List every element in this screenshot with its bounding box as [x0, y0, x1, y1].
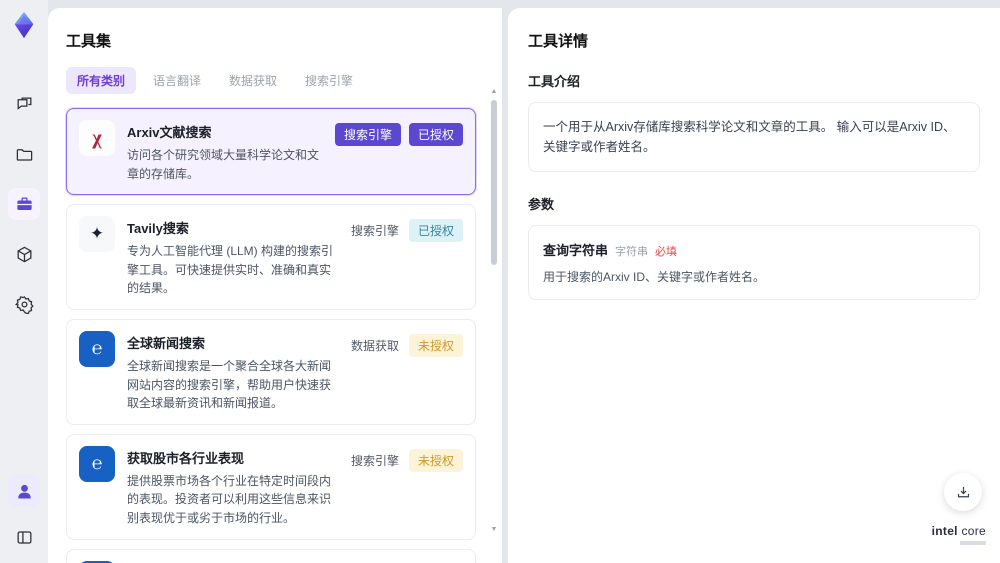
tab-language-translation[interactable]: 语言翻译	[142, 67, 212, 94]
sidebar-item-chat[interactable]	[8, 88, 40, 120]
sidebar-item-tools[interactable]	[8, 188, 40, 220]
tool-desc: 全球新闻搜索是一个聚合全球各大新闻网站内容的搜索引擎，帮助用户快速获取全球最新资…	[127, 358, 332, 411]
param-required-badge: 必填	[655, 246, 678, 258]
category-badge: 搜索引擎	[334, 123, 401, 146]
cube-icon	[17, 246, 31, 262]
category-label: 数据获取	[350, 338, 399, 353]
user-icon	[17, 484, 31, 498]
app-logo-icon[interactable]	[9, 10, 39, 40]
sidebar-item-account[interactable]	[8, 475, 40, 507]
arxiv-icon-glyph: χ	[92, 126, 102, 149]
detail-title: 工具详情	[528, 33, 589, 50]
download-icon	[957, 486, 969, 497]
toolbox-icon	[16, 197, 32, 210]
brand-underline	[960, 541, 986, 545]
tool-desc: 访问各个研究领域大量科学论文和文章的存储库。	[127, 148, 320, 181]
tool-list: χ Arxiv文献搜索 访问各个研究领域大量科学论文和文章的存储库。 搜索引擎 …	[66, 108, 476, 563]
list-scrollbar[interactable]: ▲ ▼	[489, 88, 499, 557]
stock-sector-icon: ℮	[79, 445, 115, 482]
tool-detail-panel: 工具详情 工具介绍 一个用于从Arxiv存储库搜索科学论文和文章的工具。 输入可…	[508, 8, 1000, 563]
params-heading: 参数	[528, 197, 555, 212]
status-badge: 未授权	[408, 448, 463, 472]
scrollbar-thumb[interactable]	[491, 100, 497, 265]
param-desc: 用于搜索的Arxiv ID、关键字或作者姓名。	[543, 270, 766, 284]
page-title: 工具集	[66, 33, 112, 50]
tavily-icon-glyph: ✦	[89, 224, 105, 244]
status-badge: 未授权	[408, 333, 463, 357]
sidebar-item-collapse[interactable]	[8, 521, 40, 553]
sidebar-item-files[interactable]	[8, 138, 40, 170]
scroll-down-icon[interactable]: ▼	[489, 526, 499, 533]
sidebar-item-models[interactable]	[8, 238, 40, 270]
param-type: 字符串	[615, 246, 649, 258]
intro-card: 一个用于从Arxiv存储库搜索科学论文和文章的工具。 输入可以是Arxiv ID…	[528, 102, 980, 172]
left-rail	[0, 0, 48, 563]
tavily-icon: ✦	[79, 216, 115, 253]
tool-card-active-stocks[interactable]: ℮ 获取市场最活跃股票信息 提供当天交易量最高的股票列表，投资者可以利用这些信息…	[66, 548, 476, 563]
tool-desc: 提供股票市场各个行业在特定时间段内的表现。投资者可以利用这些信息来识别表现优于或…	[127, 473, 332, 525]
tool-list-panel: 工具集 所有类别 语言翻译 数据获取 搜索引擎 χ Arxiv文献搜索 访问各个…	[48, 8, 502, 563]
gear-icon	[14, 295, 34, 314]
news-search-icon-glyph: ℮	[91, 338, 103, 359]
tab-data-fetch[interactable]: 数据获取	[218, 67, 288, 94]
tab-all-categories[interactable]: 所有类别	[66, 67, 137, 94]
news-search-icon: ℮	[79, 330, 115, 367]
tool-name: Tavily搜索	[127, 221, 189, 237]
param-name: 查询字符串	[543, 243, 609, 258]
tool-card-global-news[interactable]: ℮ 全球新闻搜索 全球新闻搜索是一个聚合全球各大新闻网站内容的搜索引擎，帮助用户…	[66, 318, 476, 425]
brand-light: core	[961, 524, 986, 538]
tool-name: 获取股市各行业表现	[127, 450, 245, 466]
tool-name: Arxiv文献搜索	[127, 125, 212, 140]
category-label: 搜索引擎	[350, 224, 399, 239]
scroll-up-icon[interactable]: ▲	[489, 88, 499, 95]
chat-icon	[17, 97, 31, 110]
tab-search-engine[interactable]: 搜索引擎	[294, 67, 364, 94]
download-button[interactable]	[944, 473, 982, 511]
status-badge: 已授权	[408, 219, 463, 243]
panel-toggle-icon	[17, 530, 31, 544]
intro-text: 一个用于从Arxiv存储库搜索科学论文和文章的工具。 输入可以是Arxiv ID…	[543, 120, 956, 154]
tool-card-arxiv[interactable]: χ Arxiv文献搜索 访问各个研究领域大量科学论文和文章的存储库。 搜索引擎 …	[66, 108, 476, 196]
status-badge: 已授权	[408, 123, 463, 146]
param-card: 查询字符串 字符串 必填 用于搜索的Arxiv ID、关键字或作者姓名。	[528, 225, 980, 300]
stock-sector-icon-glyph: ℮	[91, 453, 103, 474]
tool-desc: 专为人工智能代理 (LLM) 构建的搜索引擎工具。可快速提供实时、准确和真实的结…	[127, 244, 334, 296]
intel-core-logo: intel core	[932, 524, 986, 545]
arxiv-icon: χ	[79, 120, 115, 156]
category-label: 搜索引擎	[350, 453, 399, 468]
tool-name: 全球新闻搜索	[127, 335, 206, 351]
folder-icon	[16, 148, 32, 161]
brand-bold: intel	[931, 524, 958, 538]
intro-heading: 工具介绍	[528, 74, 581, 89]
tool-card-stock-sectors[interactable]: ℮ 获取股市各行业表现 提供股票市场各个行业在特定时间段内的表现。投资者可以利用…	[66, 433, 476, 540]
category-tabs: 所有类别 语言翻译 数据获取 搜索引擎	[66, 67, 476, 94]
sidebar-item-settings[interactable]	[8, 288, 40, 320]
tool-card-tavily[interactable]: ✦ Tavily搜索 专为人工智能代理 (LLM) 构建的搜索引擎工具。可快速提…	[66, 204, 476, 310]
